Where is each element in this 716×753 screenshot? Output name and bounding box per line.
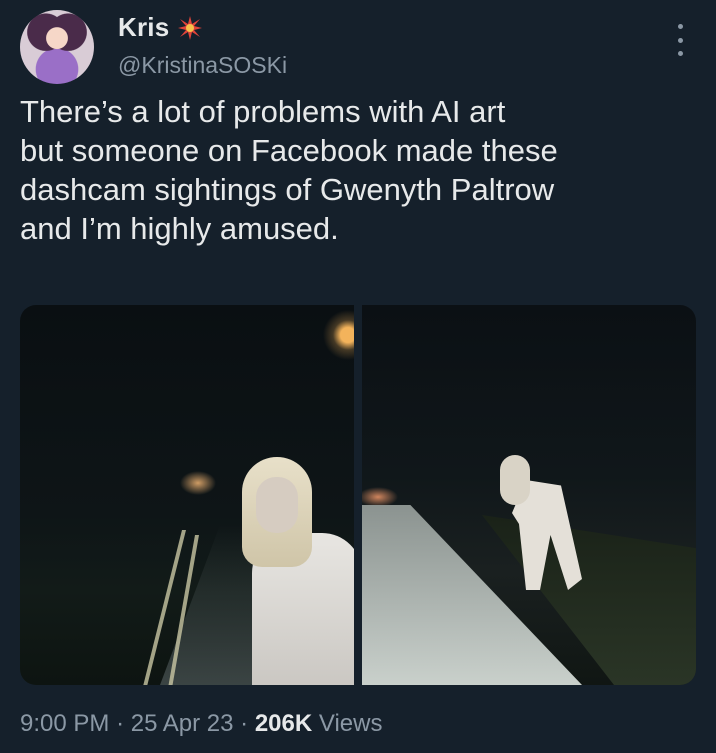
tweet-text-line: dashcam sightings of Gwenyth Paltrow (20, 172, 555, 207)
person-hair (500, 455, 530, 505)
left-photo[interactable] (20, 305, 354, 685)
sparkle-burst-icon (177, 15, 203, 41)
tweet-text: There’s a lot of problems with AI art bu… (20, 92, 680, 248)
handle[interactable]: @KristinaSOSKi (118, 52, 287, 79)
timestamp[interactable]: 9:00 PM · 25 Apr 23 · 206K Views (20, 710, 382, 738)
more-options-icon[interactable] (668, 24, 692, 56)
post-time: 9:00 PM (20, 710, 110, 737)
views-count: 206K (254, 710, 313, 737)
author-name-row: Kris (118, 12, 203, 43)
views-label: Views (318, 710, 383, 737)
separator: · (116, 710, 125, 737)
tweet-text-line: There’s a lot of problems with AI art (20, 94, 506, 129)
separator: · (240, 710, 249, 737)
media-grid (20, 305, 696, 685)
tweet: Kris @KristinaSOSKi There’s a lot of pro… (0, 0, 716, 753)
display-name[interactable]: Kris (118, 12, 169, 43)
tweet-text-line: and I’m highly amused. (20, 211, 339, 246)
person-face (256, 477, 298, 533)
tweet-text-line: but someone on Facebook made these (20, 133, 558, 168)
post-date: 25 Apr 23 (130, 710, 234, 737)
avatar[interactable] (20, 10, 94, 84)
right-photo[interactable] (362, 305, 696, 685)
